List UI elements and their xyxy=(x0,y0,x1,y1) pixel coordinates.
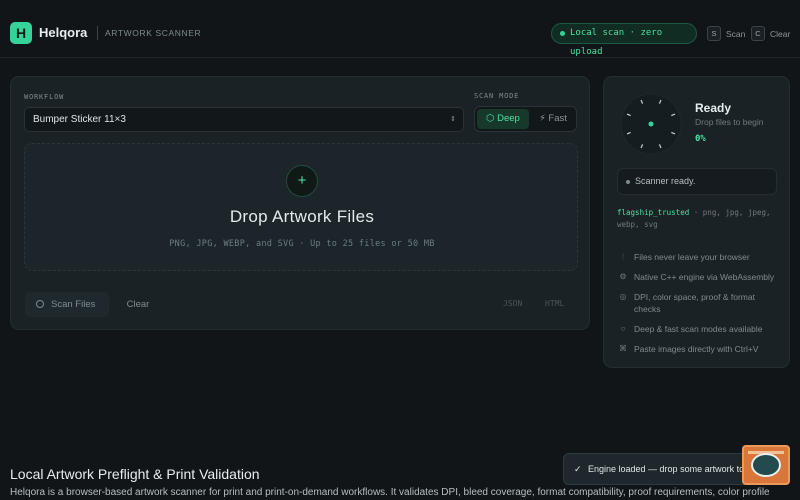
dropzone-title: Drop Artwork Files xyxy=(229,207,375,226)
trusted-profile-key: flagship_trusted xyxy=(617,208,690,217)
ready-title: Ready xyxy=(695,101,732,115)
help-chat-button[interactable] xyxy=(742,445,790,485)
trusted-formats: flagship_trusted · png, jpg, jpeg, webp,… xyxy=(617,207,779,231)
chat-bubble-icon xyxy=(751,453,781,477)
add-file-icon[interactable]: + xyxy=(286,165,318,197)
clear-button[interactable]: Clear xyxy=(116,292,160,317)
scan-mode-toggle: ⬡ Deep ⚡ Fast xyxy=(474,106,577,132)
status-dot-icon xyxy=(560,31,565,36)
export-html-button[interactable]: HTML xyxy=(545,299,564,308)
feature-text: Paste images directly with Ctrl+V xyxy=(634,344,759,354)
feature-text: Files never leave your browser xyxy=(634,252,750,262)
workflow-selected-value: Bumper Sticker 11×3 xyxy=(33,114,126,125)
status-indicator-icon xyxy=(626,180,630,184)
circle-icon: ○ xyxy=(620,324,626,333)
scanner-panel: WORKFLOW Bumper Sticker 11×3 ⇕ SCAN MODE… xyxy=(10,76,590,330)
section-body: Helqora is a browser-based artwork scann… xyxy=(10,487,770,498)
scanner-status-text: Scanner ready. xyxy=(635,176,696,186)
shortcut-label-clear: Clear xyxy=(770,29,791,39)
local-scan-badge: Local scan · zero upload xyxy=(551,23,697,57)
section-title: Local Artwork Preflight & Print Validati… xyxy=(10,466,260,482)
scan-mode-label: SCAN MODE xyxy=(474,92,520,100)
mode-fast-button[interactable]: ⚡ Fast xyxy=(531,109,575,129)
select-arrows-icon: ⇕ xyxy=(450,116,456,123)
dropzone-subtitle: PNG, JPG, WEBP, and SVG · Up to 25 files… xyxy=(169,239,435,249)
command-icon: ⌘ xyxy=(619,344,627,353)
feature-text: Deep & fast scan modes available xyxy=(634,324,763,334)
scan-icon xyxy=(36,300,44,308)
feature-text: Native C++ engine via WebAssembly xyxy=(634,272,775,282)
scan-files-button[interactable]: Scan Files xyxy=(25,292,109,317)
progress-gauge-icon xyxy=(620,93,682,155)
shortcut-label-scan: Scan xyxy=(726,29,746,39)
export-json-button[interactable]: JSON xyxy=(503,299,522,308)
brand-name: Helqora xyxy=(39,25,88,40)
file-dropzone[interactable]: + Drop Artwork Files PNG, JPG, WEBP, and… xyxy=(24,143,578,271)
scan-files-label: Scan Files xyxy=(51,299,96,310)
logo-icon: H xyxy=(10,22,32,44)
progress-percent: 0% xyxy=(695,134,706,144)
gear-icon: ⚙ xyxy=(619,272,627,281)
lock-icon: ⦙ xyxy=(622,252,624,261)
brand-divider xyxy=(97,26,98,40)
workflow-label: WORKFLOW xyxy=(24,93,65,101)
workflow-select[interactable]: Bumper Sticker 11×3 ⇕ xyxy=(24,107,464,132)
local-scan-label: Local scan · zero upload xyxy=(570,28,663,57)
app-header: H Helqora ARTWORK SCANNER Local scan · z… xyxy=(0,0,800,58)
mode-deep-button[interactable]: ⬡ Deep xyxy=(477,109,529,129)
shortcut-key-clear[interactable]: C xyxy=(751,26,765,41)
brand-subtitle: ARTWORK SCANNER xyxy=(105,28,202,38)
check-icon: ✓ xyxy=(574,464,582,474)
ready-subtitle: Drop files to begin xyxy=(695,117,764,127)
status-panel: Ready Drop files to begin 0% Scanner rea… xyxy=(603,76,790,368)
scanner-status: Scanner ready. xyxy=(617,168,777,195)
target-icon: ◎ xyxy=(619,292,627,301)
shortcut-key-scan[interactable]: S xyxy=(707,26,721,41)
feature-text: DPI, color space, proof & format checks xyxy=(634,292,755,314)
